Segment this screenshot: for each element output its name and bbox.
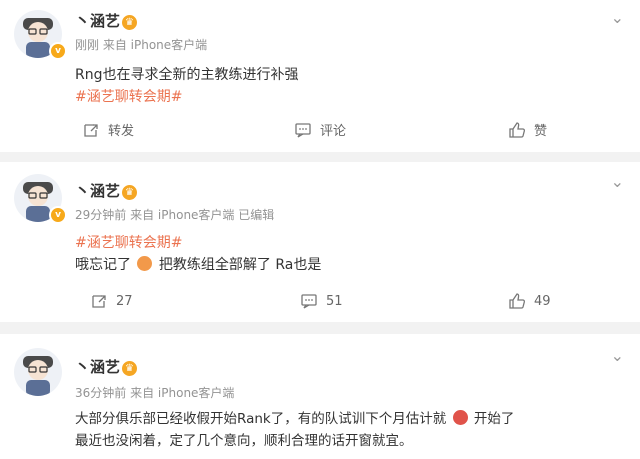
post-2: v 丶涵艺 ♛ 29分钟前 来自 iPhone客户端 已编辑 ⌄ #涵艺聊转会期#…	[0, 162, 640, 322]
crown-icon: ♛	[122, 361, 138, 376]
repost-icon	[84, 123, 98, 137]
post-time: 36分钟前	[75, 386, 127, 400]
post-time: 29分钟前	[75, 208, 127, 222]
comment-button[interactable]: 51	[300, 292, 343, 310]
verified-badge-icon: v	[49, 206, 67, 224]
post-meta: 36分钟前 来自 iPhone客户端	[75, 384, 234, 401]
repost-button[interactable]: 27	[90, 292, 133, 310]
topic-tag[interactable]: #涵艺聊转会期#	[75, 86, 299, 108]
post-text: Rng也在寻求全新的主教练进行补强 #涵艺聊转会期#	[75, 64, 299, 108]
chevron-down-icon[interactable]: ⌄	[611, 8, 624, 27]
chevron-down-icon[interactable]: ⌄	[611, 346, 624, 365]
user-name[interactable]: 丶涵艺 ♛	[75, 10, 138, 31]
like-icon	[509, 121, 525, 138]
post-text: #涵艺聊转会期# 哦忘记了 把教练组全部解了 Ra也是	[75, 232, 321, 276]
edited-label: 已编辑	[238, 208, 275, 222]
post-3: 丶涵艺 ♛ 36分钟前 来自 iPhone客户端 ⌄ 大部分俱乐部已经收假开始Ra…	[0, 334, 640, 459]
post-source: 来自 iPhone客户端	[130, 386, 235, 400]
post-1: v 丶涵艺 ♛ 刚刚 来自 iPhone客户端 ⌄ Rng也在寻求全新的主教练进行…	[0, 0, 640, 152]
post-meta: 刚刚 来自 iPhone客户端	[75, 36, 207, 53]
post-source: 来自 iPhone客户端	[130, 208, 235, 222]
user-name[interactable]: 丶涵艺 ♛	[75, 180, 138, 201]
post-time: 刚刚	[75, 38, 100, 52]
like-button[interactable]: 49	[508, 292, 551, 310]
repost-button[interactable]: 转发	[82, 120, 134, 139]
red-emoji-icon	[452, 410, 468, 425]
avatar[interactable]	[14, 348, 62, 396]
like-icon	[509, 293, 525, 309]
user-name[interactable]: 丶涵艺 ♛	[75, 356, 138, 377]
repost-icon	[92, 295, 106, 308]
post-text: 大部分俱乐部已经收假开始Rank了，有的队试训下个月估计就 开始了 最近也没闲着…	[75, 410, 515, 449]
peach-emoji-icon	[137, 256, 153, 271]
topic-tag[interactable]: #涵艺聊转会期#	[75, 232, 321, 254]
crown-icon: ♛	[122, 185, 138, 200]
comment-icon	[295, 122, 311, 138]
comment-button[interactable]: 评论	[294, 120, 346, 139]
post-meta: 29分钟前 来自 iPhone客户端 已编辑	[75, 206, 274, 223]
crown-icon: ♛	[122, 15, 138, 30]
comment-icon	[301, 294, 317, 309]
chevron-down-icon[interactable]: ⌄	[611, 172, 624, 191]
post-source: 来自 iPhone客户端	[102, 38, 208, 52]
like-button[interactable]: 赞	[508, 120, 547, 139]
verified-badge-icon: v	[49, 42, 67, 60]
